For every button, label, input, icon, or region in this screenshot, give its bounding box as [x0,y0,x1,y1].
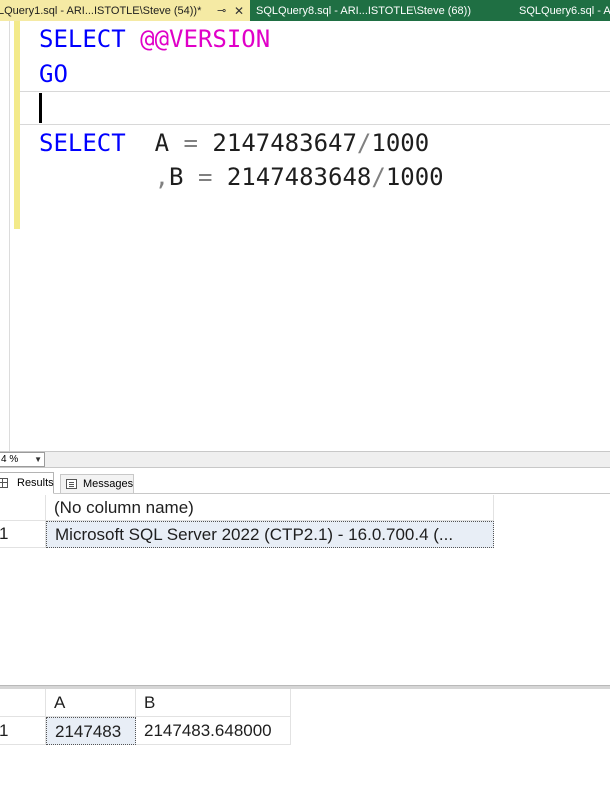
tab-messages-label: Messages [83,478,134,490]
current-line-highlight [20,91,610,125]
tab-sqlquery1-label: LQuery1.sql - ARI...ISTOTLE\Steve (54))* [0,5,202,17]
code-line-5[interactable]: ,B = 2147483648/1000 [39,160,444,194]
results-grid-icon [0,478,8,488]
code-line-2[interactable]: GO [39,57,68,91]
numerator-1: 2147483647 [212,129,357,157]
results-grid-2[interactable]: A B 1 2147483 2147483.648000 [0,689,610,800]
version-cell[interactable]: Microsoft SQL Server 2022 (CTP2.1) - 16.… [46,521,494,548]
document-tab-strip: LQuery1.sql - ARI...ISTOTLE\Steve (54))*… [0,0,610,21]
text-caret [39,93,42,123]
system-variable-version: @@VERSION [140,25,271,53]
change-tracking-bar [14,21,20,229]
keyword-go: GO [39,60,68,88]
results-grid-1[interactable]: (No column name) 1 Microsoft SQL Server … [0,495,610,685]
code-line-4[interactable]: SELECT A = 2147483647/1000 [39,126,429,160]
column-header[interactable]: (No column name) [46,495,494,521]
equals-operator-2: = [197,163,213,191]
chevron-down-icon[interactable]: ▼ [34,453,42,466]
result-tabs: Results Messages [0,468,610,494]
cell-a[interactable]: 2147483 [46,717,136,745]
keyword-select: SELECT [39,25,126,53]
pin-icon[interactable]: ⊸ [217,0,226,21]
denominator-1: 1000 [371,129,430,157]
equals-operator: = [183,129,198,157]
close-icon[interactable]: ✕ [234,0,244,21]
tab-messages[interactable]: Messages [60,474,134,494]
column-b: B [169,163,184,191]
tab-results[interactable]: Results [0,472,54,494]
tab-sqlquery1[interactable]: LQuery1.sql - ARI...ISTOTLE\Steve (54))*… [0,0,250,21]
row-header-corner-2 [0,689,46,717]
code-line-1[interactable]: SELECT @@VERSION [39,22,270,56]
messages-icon [66,479,77,489]
zoom-bar: 4 % ▼ [0,451,610,468]
editor-margin [9,21,10,451]
column-a: A [154,129,170,157]
column-header-a[interactable]: A [46,689,136,717]
cell-b[interactable]: 2147483.648000 [136,717,291,745]
row-number-2[interactable]: 1 [0,717,46,745]
row-header-corner [0,495,46,521]
tab-sqlquery6-label: SQLQuery6.sql - AR [519,5,610,17]
row-number[interactable]: 1 [0,521,46,548]
zoom-dropdown[interactable]: 4 % ▼ [0,452,45,467]
divide-operator: / [356,129,372,157]
denominator-2: 1000 [385,163,444,191]
tab-sqlquery8-label: SQLQuery8.sql - ARI...ISTOTLE\Steve (68)… [256,5,471,17]
zoom-value: 4 % [1,454,19,465]
numerator-2: 2147483648 [226,163,372,191]
column-header-b[interactable]: B [136,689,291,717]
tab-results-label: Results [17,477,54,489]
tab-sqlquery6[interactable]: SQLQuery6.sql - AR [519,0,610,21]
divide-operator-2: / [371,163,386,191]
keyword-select-2: SELECT [39,129,126,157]
comma: , [154,163,170,191]
tab-sqlquery8[interactable]: SQLQuery8.sql - ARI...ISTOTLE\Steve (68)… [256,0,506,21]
query-editor[interactable]: SELECT @@VERSION GO SELECT A = 214748364… [0,21,610,451]
